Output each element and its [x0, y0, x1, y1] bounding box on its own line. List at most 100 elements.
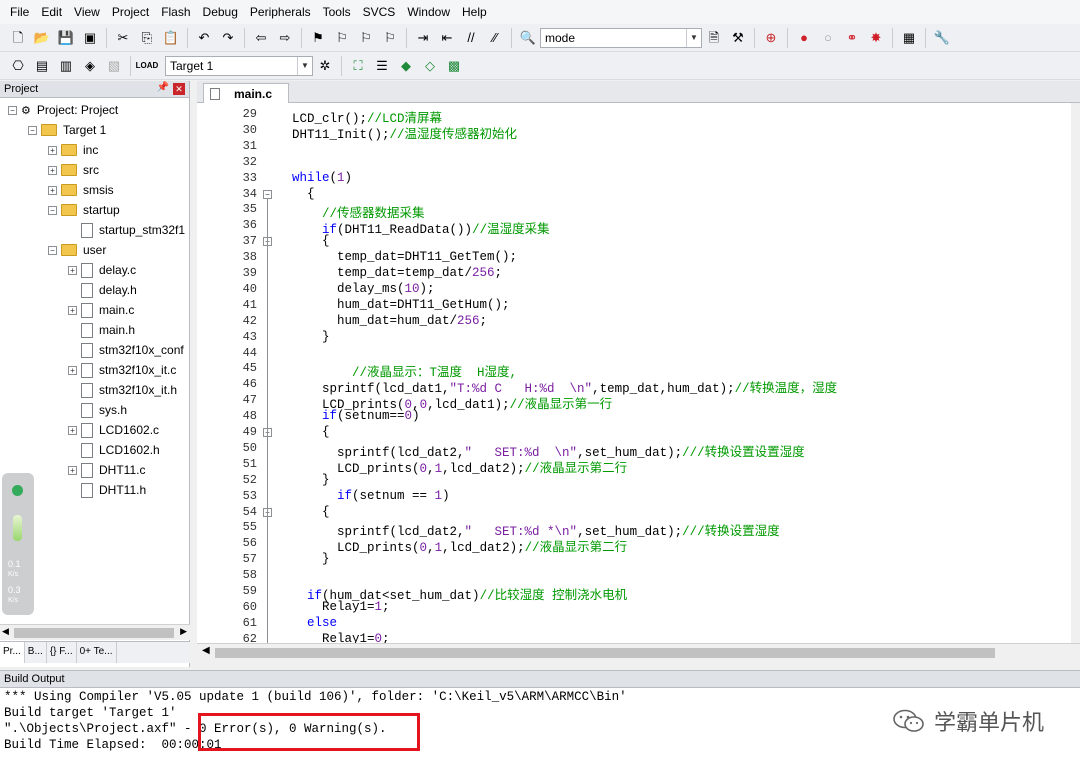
menu-tools[interactable]: Tools — [317, 0, 357, 24]
code-line[interactable]: Relay1=0; — [292, 632, 390, 643]
bookmark-next-icon[interactable]: ⚐ — [356, 28, 376, 48]
tree-file[interactable]: + DHT11.c — [68, 460, 145, 480]
expand-icon[interactable]: + — [68, 265, 77, 275]
tree-file[interactable]: + main.c — [68, 300, 134, 320]
project-hscrollbar[interactable]: ◀ ▶ — [0, 624, 190, 640]
tree-file[interactable]: + delay.c — [68, 260, 136, 280]
tree-file[interactable]: LCD1602.h — [81, 440, 160, 460]
code-editor[interactable]: 293031323334−353637−38394041424344454647… — [197, 103, 1080, 643]
tree-project-root[interactable]: − ⚙ Project: Project — [8, 100, 118, 120]
nav-forward-icon[interactable]: ⇨ — [275, 28, 295, 48]
search-combo[interactable]: mode ▼ — [540, 27, 702, 48]
breakpoint-kill-all-icon[interactable]: ✸ — [866, 28, 886, 48]
chevron-down-icon[interactable]: ▼ — [297, 56, 312, 75]
tree-file[interactable]: startup_stm32f1 — [81, 220, 185, 240]
save-all-icon[interactable]: ▣ — [80, 28, 100, 48]
pin-icon[interactable]: 📌 — [157, 82, 169, 93]
tree-file[interactable]: main.h — [81, 320, 135, 340]
collapse-icon[interactable]: − — [48, 205, 57, 215]
menu-help[interactable]: Help — [456, 0, 493, 24]
menu-view[interactable]: View — [68, 0, 106, 24]
tab-project[interactable]: Pr... — [0, 642, 25, 663]
build-icon[interactable]: ▤ — [32, 56, 52, 76]
code-line[interactable]: while(1) — [292, 171, 352, 185]
menu-svcs[interactable]: SVCS — [357, 0, 402, 24]
menu-debug[interactable]: Debug — [197, 0, 244, 24]
tree-group-user[interactable]: − user — [48, 240, 106, 260]
bookmark-prev-icon[interactable]: ⚐ — [332, 28, 352, 48]
tree-target[interactable]: − Target 1 — [28, 120, 106, 140]
close-icon[interactable]: ✕ — [173, 83, 185, 95]
bookmark-icon[interactable]: ⚑ — [308, 28, 328, 48]
pack-installer-icon[interactable]: ◇ — [420, 56, 440, 76]
run-time-env-icon[interactable]: ▩ — [444, 56, 464, 76]
tree-group-startup[interactable]: − startup — [48, 200, 120, 220]
code-line[interactable]: { — [292, 505, 330, 519]
menu-peripherals[interactable]: Peripherals — [244, 0, 317, 24]
new-file-icon[interactable]: 🗋 — [8, 28, 28, 48]
tree-file[interactable]: + stm32f10x_it.c — [68, 360, 176, 380]
code-line[interactable]: } — [292, 330, 330, 344]
manage-components-icon[interactable]: ⛶ — [348, 56, 368, 76]
collapse-icon[interactable]: − — [8, 105, 17, 115]
tree-file[interactable]: DHT11.h — [81, 480, 146, 500]
save-icon[interactable]: 💾 — [56, 28, 76, 48]
scroll-thumb[interactable] — [215, 648, 995, 658]
expand-icon[interactable]: + — [68, 305, 77, 315]
tree-file[interactable]: stm32f10x_conf — [81, 340, 184, 360]
tree-file[interactable]: stm32f10x_it.h — [81, 380, 177, 400]
code-line[interactable]: Relay1=1; — [292, 600, 390, 614]
rebuild-icon[interactable]: ▥ — [56, 56, 76, 76]
chevron-down-icon[interactable]: ▼ — [686, 28, 701, 47]
scroll-right-icon[interactable]: ▶ — [180, 626, 187, 637]
code-line[interactable]: } — [292, 552, 330, 566]
breakpoint-disable-all-icon[interactable]: ⚭ — [842, 28, 862, 48]
tree-group-inc[interactable]: + inc — [48, 140, 98, 160]
tab-functions[interactable]: {} F... — [47, 642, 77, 663]
bookmark-clear-icon[interactable]: ⚐ — [380, 28, 400, 48]
menu-window[interactable]: Window — [401, 0, 456, 24]
open-folder-icon[interactable]: 📂 — [32, 28, 52, 48]
code-line[interactable]: hum_dat=DHT11_GetHum(); — [292, 298, 510, 312]
code-line[interactable]: if(setnum==0) — [292, 409, 420, 423]
fold-toggle-icon[interactable]: − — [263, 189, 272, 199]
window-layout-icon[interactable]: ▦ — [899, 28, 919, 48]
expand-icon[interactable]: + — [48, 145, 57, 155]
code-line[interactable]: hum_dat=hum_dat/256; — [292, 314, 487, 328]
load-icon[interactable]: LOAD — [136, 56, 159, 76]
code-line[interactable]: temp_dat=temp_dat/256; — [292, 266, 502, 280]
uncomment-icon[interactable]: ⁄⁄ — [485, 28, 505, 48]
expand-icon[interactable]: + — [48, 165, 57, 175]
manage-project-items-icon[interactable]: ☰ — [372, 56, 392, 76]
code-line[interactable]: temp_dat=DHT11_GetTem(); — [292, 250, 517, 264]
target-select[interactable]: Target 1 ▼ — [165, 55, 313, 76]
tab-templates[interactable]: 0+ Te... — [77, 642, 117, 663]
scroll-left-icon[interactable]: ◀ — [202, 645, 210, 656]
tree-group-smsis[interactable]: + smsis — [48, 180, 114, 200]
code-line[interactable]: if(DHT11_ReadData())//温湿度采集 — [292, 218, 550, 237]
menu-edit[interactable]: Edit — [35, 0, 68, 24]
tree-file[interactable]: + LCD1602.c — [68, 420, 159, 440]
redo-icon[interactable]: ↷ — [218, 28, 238, 48]
tab-main-c[interactable]: main.c — [203, 83, 289, 103]
collapse-icon[interactable]: − — [28, 125, 37, 135]
collapse-icon[interactable]: − — [48, 245, 57, 255]
expand-icon[interactable]: + — [68, 465, 77, 475]
batch-build-icon[interactable]: ◈ — [80, 56, 100, 76]
breakpoint-icon[interactable]: ● — [794, 28, 814, 48]
code-line[interactable]: else — [292, 616, 337, 630]
incremental-find-icon[interactable]: ⚒ — [728, 28, 748, 48]
menu-file[interactable]: File — [4, 0, 35, 24]
scroll-thumb[interactable] — [14, 628, 174, 638]
cut-icon[interactable]: ✂ — [113, 28, 133, 48]
copy-icon[interactable]: ⎘ — [137, 28, 157, 48]
undo-icon[interactable]: ↶ — [194, 28, 214, 48]
translate-icon[interactable]: ⎔ — [8, 56, 28, 76]
menu-project[interactable]: Project — [106, 0, 155, 24]
menu-flash[interactable]: Flash — [155, 0, 196, 24]
editor-vscrollbar[interactable] — [1071, 103, 1080, 643]
comment-icon[interactable]: // — [461, 28, 481, 48]
unindent-icon[interactable]: ⇤ — [437, 28, 457, 48]
tree-file[interactable]: sys.h — [81, 400, 127, 420]
tree-group-src[interactable]: + src — [48, 160, 99, 180]
